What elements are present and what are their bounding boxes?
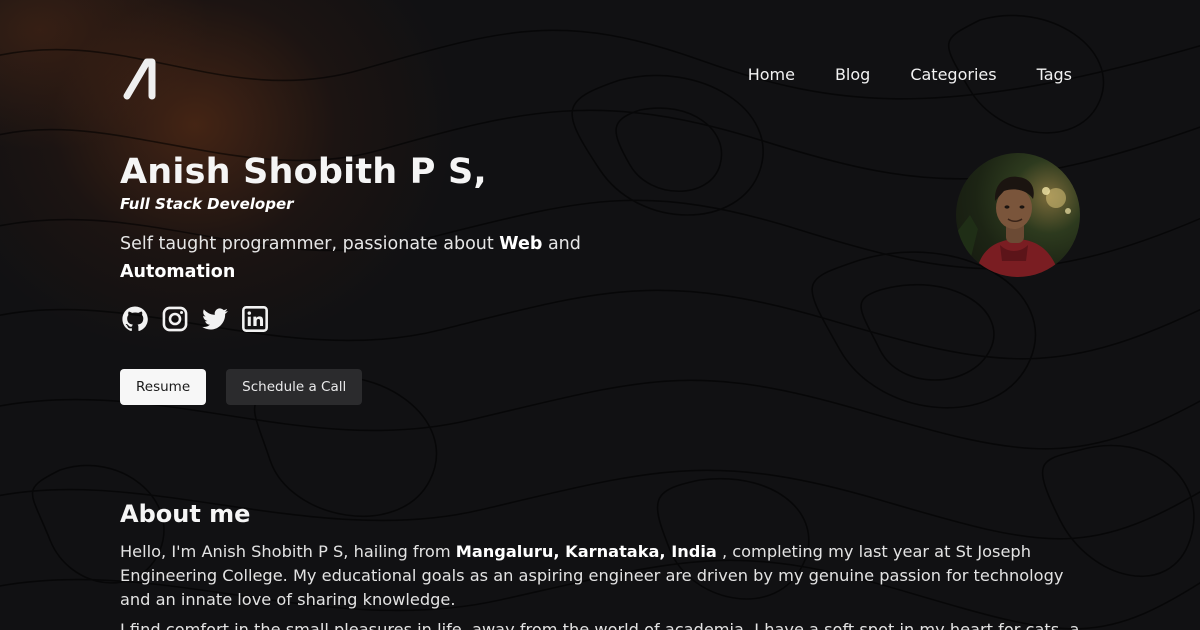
about-location: Mangaluru, Karnataka, India (455, 542, 717, 561)
avatar (956, 153, 1080, 277)
page: Home Blog Categories Tags Anish Shobith … (0, 0, 1200, 630)
twitter-icon[interactable] (201, 305, 229, 333)
main-nav: Home Blog Categories Tags (748, 64, 1072, 86)
about-paragraph-1: Hello, I'm Anish Shobith P S, hailing fr… (120, 540, 1080, 612)
about-title: About me (120, 500, 251, 528)
about-paragraph-2: I find comfort in the small pleasures in… (120, 620, 1080, 630)
nav-blog-link[interactable]: Blog (835, 64, 870, 86)
schedule-call-button[interactable]: Schedule a Call (226, 369, 363, 405)
hero-buttons: Resume Schedule a Call (120, 369, 363, 405)
hero-role: Full Stack Developer (120, 195, 294, 213)
linkedin-icon[interactable] (241, 305, 269, 333)
nav-home-link[interactable]: Home (748, 64, 795, 86)
instagram-icon[interactable] (161, 305, 189, 333)
about-intro: Hello, I'm Anish Shobith P S, hailing fr… (120, 542, 456, 561)
hero-tagline: Self taught programmer, passionate about… (120, 230, 640, 286)
resume-button[interactable]: Resume (120, 369, 207, 405)
site-logo[interactable] (121, 56, 161, 102)
tagline-web: Web (499, 234, 543, 254)
social-links (121, 305, 269, 333)
tagline-and: and (542, 234, 581, 254)
tagline-automation: Automation (120, 262, 236, 282)
nav-categories-link[interactable]: Categories (910, 64, 996, 86)
tagline-text: Self taught programmer, passionate about (120, 234, 500, 254)
github-icon[interactable] (121, 305, 149, 333)
nav-tags-link[interactable]: Tags (1037, 64, 1072, 86)
hero-name: Anish Shobith P S, (120, 152, 487, 192)
